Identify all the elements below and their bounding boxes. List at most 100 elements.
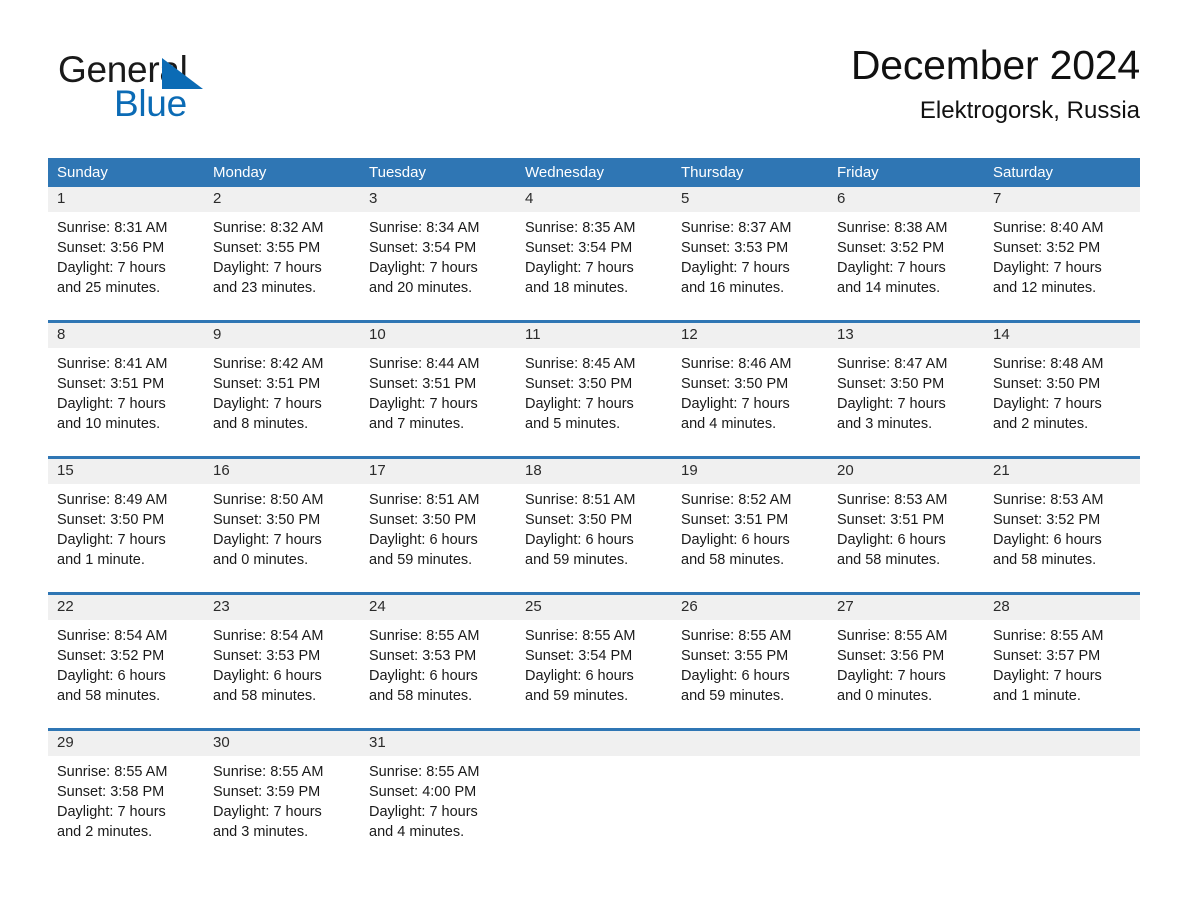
general-blue-logo[interactable]: General Blue <box>58 50 318 134</box>
day-cell[interactable]: Sunrise: 8:55 AM Sunset: 4:00 PM Dayligh… <box>360 756 516 864</box>
day-cell[interactable]: Sunrise: 8:35 AM Sunset: 3:54 PM Dayligh… <box>516 212 672 322</box>
sunset-text: Sunset: 3:53 PM <box>681 240 789 256</box>
day-number[interactable]: 22 <box>48 592 204 620</box>
daylight-text-line1: Daylight: 6 hours <box>681 532 790 548</box>
day-number[interactable]: 19 <box>672 456 828 484</box>
day-cell[interactable]: Sunrise: 8:49 AM Sunset: 3:50 PM Dayligh… <box>48 484 204 594</box>
day-number[interactable]: 4 <box>516 187 672 212</box>
day-number[interactable]: 25 <box>516 592 672 620</box>
day-number[interactable]: 31 <box>360 728 516 756</box>
daylight-text-line2: and 16 minutes. <box>681 280 785 296</box>
day-number[interactable]: 13 <box>828 320 984 348</box>
day-cell[interactable]: Sunrise: 8:53 AM Sunset: 3:51 PM Dayligh… <box>828 484 984 594</box>
day-number[interactable]: 16 <box>204 456 360 484</box>
day-number[interactable]: 3 <box>360 187 516 212</box>
daylight-text-line2: and 14 minutes. <box>837 280 941 296</box>
daylight-text-line1: Daylight: 7 hours <box>57 532 166 548</box>
week-5-daynumber-row: 29 30 31 <box>48 728 1140 756</box>
day-cell[interactable]: Sunrise: 8:31 AM Sunset: 3:56 PM Dayligh… <box>48 212 204 322</box>
sunrise-text: Sunrise: 8:50 AM <box>213 492 324 508</box>
week-2-detail-row: Sunrise: 8:41 AM Sunset: 3:51 PM Dayligh… <box>48 348 1140 458</box>
day-cell[interactable]: Sunrise: 8:47 AM Sunset: 3:50 PM Dayligh… <box>828 348 984 458</box>
day-cell[interactable]: Sunrise: 8:52 AM Sunset: 3:51 PM Dayligh… <box>672 484 828 594</box>
daylight-text-line2: and 58 minutes. <box>837 552 941 568</box>
day-cell[interactable]: Sunrise: 8:32 AM Sunset: 3:55 PM Dayligh… <box>204 212 360 322</box>
sunset-text: Sunset: 3:55 PM <box>213 240 321 256</box>
day-cell[interactable]: Sunrise: 8:46 AM Sunset: 3:50 PM Dayligh… <box>672 348 828 458</box>
day-cell[interactable]: Sunrise: 8:50 AM Sunset: 3:50 PM Dayligh… <box>204 484 360 594</box>
day-cell[interactable]: Sunrise: 8:55 AM Sunset: 3:53 PM Dayligh… <box>360 620 516 730</box>
daylight-text-line2: and 2 minutes. <box>57 824 153 840</box>
day-cell[interactable]: Sunrise: 8:37 AM Sunset: 3:53 PM Dayligh… <box>672 212 828 322</box>
day-number[interactable]: 23 <box>204 592 360 620</box>
day-cell[interactable]: Sunrise: 8:55 AM Sunset: 3:55 PM Dayligh… <box>672 620 828 730</box>
day-number[interactable]: 1 <box>48 187 204 212</box>
calendar-table: Sunday Monday Tuesday Wednesday Thursday… <box>48 158 1140 864</box>
day-number-empty <box>828 728 984 756</box>
day-cell[interactable]: Sunrise: 8:34 AM Sunset: 3:54 PM Dayligh… <box>360 212 516 322</box>
day-number[interactable]: 7 <box>984 187 1140 212</box>
daylight-text-line1: Daylight: 6 hours <box>525 668 634 684</box>
daylight-text-line2: and 58 minutes. <box>213 688 317 704</box>
day-number[interactable]: 14 <box>984 320 1140 348</box>
daylight-text-line2: and 58 minutes. <box>57 688 161 704</box>
day-cell[interactable]: Sunrise: 8:51 AM Sunset: 3:50 PM Dayligh… <box>360 484 516 594</box>
daylight-text-line2: and 4 minutes. <box>681 416 777 432</box>
day-cell[interactable]: Sunrise: 8:51 AM Sunset: 3:50 PM Dayligh… <box>516 484 672 594</box>
sunset-text: Sunset: 3:50 PM <box>681 376 789 392</box>
day-cell[interactable]: Sunrise: 8:41 AM Sunset: 3:51 PM Dayligh… <box>48 348 204 458</box>
day-number[interactable]: 5 <box>672 187 828 212</box>
day-cell[interactable]: Sunrise: 8:48 AM Sunset: 3:50 PM Dayligh… <box>984 348 1140 458</box>
day-cell[interactable]: Sunrise: 8:42 AM Sunset: 3:51 PM Dayligh… <box>204 348 360 458</box>
day-number[interactable]: 29 <box>48 728 204 756</box>
week-4-detail-row: Sunrise: 8:54 AM Sunset: 3:52 PM Dayligh… <box>48 620 1140 730</box>
weekday-header-tuesday: Tuesday <box>360 158 516 187</box>
daylight-text-line2: and 59 minutes. <box>525 688 629 704</box>
day-cell[interactable]: Sunrise: 8:45 AM Sunset: 3:50 PM Dayligh… <box>516 348 672 458</box>
day-number[interactable]: 24 <box>360 592 516 620</box>
day-cell[interactable]: Sunrise: 8:54 AM Sunset: 3:53 PM Dayligh… <box>204 620 360 730</box>
day-cell[interactable]: Sunrise: 8:55 AM Sunset: 3:56 PM Dayligh… <box>828 620 984 730</box>
day-number[interactable]: 28 <box>984 592 1140 620</box>
day-number[interactable]: 27 <box>828 592 984 620</box>
day-cell[interactable]: Sunrise: 8:40 AM Sunset: 3:52 PM Dayligh… <box>984 212 1140 322</box>
day-cell[interactable]: Sunrise: 8:55 AM Sunset: 3:58 PM Dayligh… <box>48 756 204 864</box>
day-cell[interactable]: Sunrise: 8:44 AM Sunset: 3:51 PM Dayligh… <box>360 348 516 458</box>
daylight-text-line2: and 3 minutes. <box>213 824 309 840</box>
day-cell[interactable]: Sunrise: 8:55 AM Sunset: 3:59 PM Dayligh… <box>204 756 360 864</box>
daylight-text-line1: Daylight: 7 hours <box>837 668 946 684</box>
day-cell[interactable]: Sunrise: 8:54 AM Sunset: 3:52 PM Dayligh… <box>48 620 204 730</box>
day-number[interactable]: 20 <box>828 456 984 484</box>
day-number[interactable]: 15 <box>48 456 204 484</box>
day-cell[interactable]: Sunrise: 8:53 AM Sunset: 3:52 PM Dayligh… <box>984 484 1140 594</box>
sunrise-text: Sunrise: 8:54 AM <box>57 628 168 644</box>
day-number[interactable]: 21 <box>984 456 1140 484</box>
day-number[interactable]: 2 <box>204 187 360 212</box>
day-cell[interactable]: Sunrise: 8:38 AM Sunset: 3:52 PM Dayligh… <box>828 212 984 322</box>
daylight-text-line2: and 58 minutes. <box>681 552 785 568</box>
day-number[interactable]: 17 <box>360 456 516 484</box>
sunrise-text: Sunrise: 8:53 AM <box>993 492 1104 508</box>
week-2-daynumber-row: 8 9 10 11 12 13 14 <box>48 320 1140 348</box>
day-number[interactable]: 26 <box>672 592 828 620</box>
sunset-text: Sunset: 3:53 PM <box>213 648 321 664</box>
day-cell[interactable]: Sunrise: 8:55 AM Sunset: 3:54 PM Dayligh… <box>516 620 672 730</box>
day-number[interactable]: 18 <box>516 456 672 484</box>
sunrise-text: Sunrise: 8:41 AM <box>57 356 168 372</box>
day-number[interactable]: 9 <box>204 320 360 348</box>
weekday-header-wednesday: Wednesday <box>516 158 672 187</box>
day-cell[interactable]: Sunrise: 8:55 AM Sunset: 3:57 PM Dayligh… <box>984 620 1140 730</box>
daylight-text-line1: Daylight: 7 hours <box>837 396 946 412</box>
day-number[interactable]: 12 <box>672 320 828 348</box>
day-number[interactable]: 11 <box>516 320 672 348</box>
sunrise-text: Sunrise: 8:44 AM <box>369 356 480 372</box>
sunset-text: Sunset: 3:50 PM <box>993 376 1101 392</box>
daylight-text-line2: and 1 minute. <box>57 552 145 568</box>
day-number[interactable]: 8 <box>48 320 204 348</box>
day-number[interactable]: 10 <box>360 320 516 348</box>
title-block: December 2024 Elektrogorsk, Russia <box>851 40 1140 126</box>
daylight-text-line2: and 18 minutes. <box>525 280 629 296</box>
day-number[interactable]: 6 <box>828 187 984 212</box>
day-number[interactable]: 30 <box>204 728 360 756</box>
sunset-text: Sunset: 3:51 PM <box>213 376 321 392</box>
